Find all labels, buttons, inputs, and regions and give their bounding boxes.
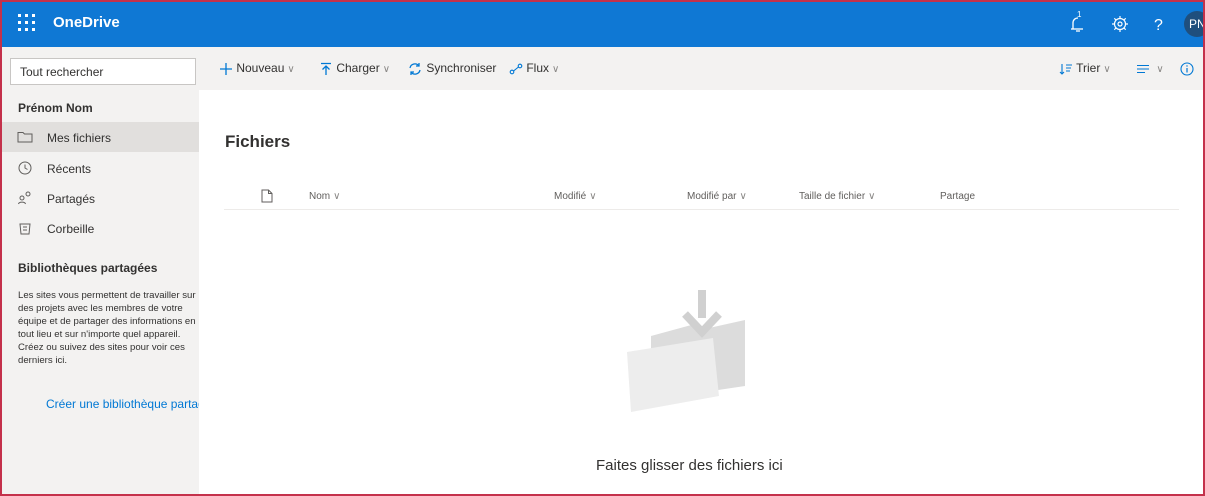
plus-icon [220,62,232,75]
new-button[interactable]: Nouveau ∨ [219,61,295,76]
user-name: Prénom Nom [18,101,93,115]
sort-icon [1059,63,1072,75]
create-library-link[interactable]: Créer une bibliothèque partagée [46,397,199,411]
recycle-bin-icon [17,220,33,236]
sidebar-item-label: Partagés [47,192,96,206]
app-header: OneDrive 1 ? PN [0,0,1205,47]
view-options-button[interactable]: ∨ [1136,61,1164,76]
column-header-modified-by[interactable]: Modifié par ∨ [687,191,747,202]
shared-libraries-description: Les sites vous permettent de travailler … [18,290,196,366]
app-title[interactable]: OneDrive [53,14,120,31]
new-button-label: Nouveau [236,61,285,75]
column-header-label: Modifié par [687,191,737,202]
empty-state-message: Faites glisser des fichiers ici [596,457,783,474]
sidebar-item-my-files[interactable]: Mes fichiers [0,122,199,152]
svg-text:?: ? [1154,17,1163,34]
upload-button-label: Charger [336,61,380,75]
column-header-name[interactable]: Nom ∨ [309,191,340,202]
sidebar-item-label: Corbeille [47,222,95,236]
info-icon[interactable] [1180,61,1194,76]
sidebar: Tout rechercher Prénom Nom Mes fichiers … [0,47,199,496]
clock-icon [17,160,33,176]
column-header-modified[interactable]: Modifié ∨ [554,191,597,202]
main-content: Fichiers Nom ∨ Modifié ∨ Modifié par ∨ Tail… [199,90,1205,496]
empty-folder-illustration [627,290,745,412]
column-header-label: Partage [940,191,976,202]
search-input[interactable]: Tout rechercher [10,58,196,85]
sync-button[interactable]: Synchroniser [407,61,496,76]
list-view-icon [1137,64,1149,73]
column-header-sharing[interactable]: Partage [940,191,975,202]
notification-badge: 1 [1077,10,1082,19]
sidebar-item-label: Mes fichiers [47,131,112,145]
flow-button[interactable]: Flux ∨ [509,61,559,76]
upload-icon [321,62,331,75]
sidebar-item-label: Récents [47,162,92,176]
upload-button[interactable]: Charger ∨ [319,61,390,76]
people-icon [17,190,33,206]
flow-icon [509,63,523,75]
app-launcher-icon[interactable] [18,14,38,34]
help-icon[interactable]: ? [1146,12,1170,36]
gear-icon[interactable] [1108,12,1132,36]
header-divider [224,209,1179,210]
sync-button-label: Synchroniser [426,61,497,75]
column-header-label: Modifié [554,191,587,202]
sync-icon [409,62,421,75]
page-title: Fichiers [225,132,291,151]
sort-button-label: Trier [1076,61,1101,75]
folder-icon [17,129,33,145]
column-header-file-size[interactable]: Taille de fichier ∨ [799,191,875,202]
column-header-label: Taille de fichier [799,191,866,202]
column-header-label: Nom [309,191,331,202]
sidebar-item-recycle-bin[interactable]: Corbeille [0,213,199,243]
flow-button-label: Flux [526,61,550,75]
sidebar-item-shared[interactable]: Partagés [0,183,199,213]
sort-button[interactable]: Trier ∨ [1059,61,1111,76]
shared-libraries-heading: Bibliothèques partagées [18,261,158,275]
sidebar-item-recent[interactable]: Récents [0,153,199,183]
command-bar: Nouveau ∨ Charger ∨ Synchroniser Flux ∨ Tri… [199,47,1205,90]
file-type-column-icon[interactable] [261,189,273,206]
avatar[interactable]: PN [1184,11,1205,37]
